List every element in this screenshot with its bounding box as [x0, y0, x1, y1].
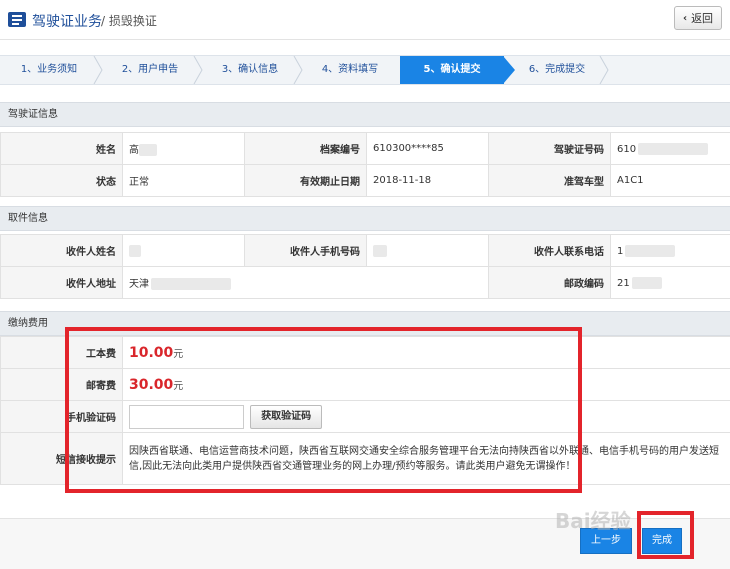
license-no-value: 610	[610, 132, 730, 165]
step-progress-bar: 1、业务须知 2、用户申告 3、确认信息 4、资料填写 5、确认提交 6、完成提…	[0, 55, 730, 85]
table-row: 状态 正常 有效期止日期 2018-11-18 准驾车型 A1C1	[0, 164, 730, 197]
recipient-contact-value: 1	[610, 234, 730, 267]
step-4: 4、资料填写	[321, 64, 379, 75]
postcode-label: 邮政编码	[488, 266, 611, 299]
expiry-value: 2018-11-18	[366, 164, 489, 197]
pickup-info-heading: 取件信息	[0, 206, 730, 231]
step-5-active: 5、确认提交	[400, 56, 504, 84]
table-row: 收件人姓名 收件人手机号码 收件人联系电话 1	[0, 234, 730, 267]
step-separator-icon	[599, 56, 609, 84]
chevron-left-icon: ‹	[682, 12, 688, 24]
step-1: 1、业务须知	[20, 64, 78, 75]
top-bar: 驾驶证业务 / 损毁换证 ‹ 返回	[0, 0, 730, 40]
document-list-icon	[8, 12, 26, 27]
back-button-label: 返回	[691, 12, 714, 25]
step-2: 2、用户申告	[121, 64, 179, 75]
recipient-phone-label: 收件人手机号码	[244, 234, 367, 267]
pickup-info-table: 收件人姓名 收件人手机号码 收件人联系电话 1 收件人地址 天津 邮政编码 21	[0, 234, 730, 299]
file-no-value: 610300****85	[366, 132, 489, 165]
recipient-name-label: 收件人姓名	[0, 234, 123, 267]
vehicle-type-value: A1C1	[610, 164, 730, 197]
license-info-heading: 驾驶证信息	[0, 102, 730, 127]
page-subtitle: / 损毁换证	[101, 14, 157, 28]
recipient-name-value	[122, 234, 245, 267]
recipient-phone-value	[366, 234, 489, 267]
watermark-text: Bai经验	[555, 509, 631, 533]
postcode-value: 21	[610, 266, 730, 299]
address-label: 收件人地址	[0, 266, 123, 299]
table-row: 姓名 高 档案编号 610300****85 驾驶证号码 610	[0, 132, 730, 165]
vehicle-type-label: 准驾车型	[488, 164, 611, 197]
status-value: 正常	[122, 164, 245, 197]
back-button[interactable]: ‹ 返回	[674, 6, 722, 30]
fees-highlight-box	[65, 327, 582, 493]
table-row: 收件人地址 天津 邮政编码 21	[0, 266, 730, 299]
status-label: 状态	[0, 164, 123, 197]
license-no-label: 驾驶证号码	[488, 132, 611, 165]
step-6: 6、完成提交	[528, 64, 586, 75]
step-3: 3、确认信息	[221, 64, 279, 75]
finish-highlight-box	[637, 511, 694, 559]
expiry-label: 有效期止日期	[244, 164, 367, 197]
name-label: 姓名	[0, 132, 123, 165]
file-no-label: 档案编号	[244, 132, 367, 165]
license-info-table: 姓名 高 档案编号 610300****85 驾驶证号码 610 状态 正常 有…	[0, 132, 730, 197]
name-value: 高	[122, 132, 245, 165]
address-value: 天津	[122, 266, 489, 299]
recipient-contact-label: 收件人联系电话	[488, 234, 611, 267]
page-title: 驾驶证业务	[32, 14, 102, 30]
